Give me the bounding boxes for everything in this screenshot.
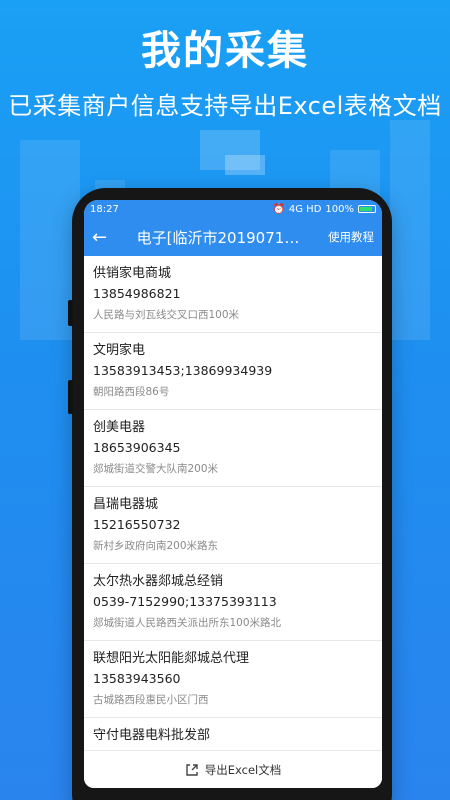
- merchant-address: 新村乡政府向南200米路东: [93, 540, 219, 552]
- merchant-name: 创美电器: [93, 420, 146, 435]
- merchant-phone: 13583943560: [93, 671, 181, 686]
- list-item[interactable]: 供销家电商城 13854986821 人民路与刘瓦线交叉口西100米: [84, 256, 382, 333]
- list-item[interactable]: 联想阳光太阳能郯城总代理 13583943560 古城路西段惠民小区门西: [84, 641, 382, 718]
- merchant-phone: 0539-7152990;13375393113: [93, 594, 277, 609]
- signal-indicators: 4G HD: [288, 203, 322, 215]
- hero-title: 我的采集: [141, 28, 309, 74]
- merchant-address: 郯城街道交警大队南200米: [93, 463, 219, 475]
- app-bar: ← 电子[临沂市2019071… 使用教程: [84, 218, 382, 256]
- merchant-name: 昌瑞电器城: [93, 497, 159, 512]
- record-list: 供销家电商城 13854986821 人民路与刘瓦线交叉口西100米 文明家电 1358…: [84, 256, 382, 750]
- battery-percent: 100%: [325, 203, 354, 215]
- share-export-icon: [186, 763, 198, 776]
- phone-side-button: [68, 380, 73, 414]
- export-label: 导出Excel文档: [204, 762, 282, 777]
- merchant-name: 守付电器电料批发部: [93, 728, 211, 743]
- merchant-phone: 15216550732: [93, 517, 181, 532]
- merchant-phone: 18653906345: [93, 440, 181, 455]
- merchant-name: 联想阳光太阳能郯城总代理: [93, 651, 250, 666]
- merchant-phone: 13583913453;13869934939: [93, 363, 273, 378]
- phone-side-button: [68, 300, 73, 326]
- merchant-address: 郯城街道人民路西关派出所东100米路北: [93, 617, 282, 629]
- hero-subtitle: 已采集商户信息支持导出Excel表格文档: [8, 92, 442, 120]
- merchant-name: 供销家电商城: [93, 266, 172, 281]
- merchant-name: 太尔热水器郯城总经销: [93, 574, 224, 589]
- list-item[interactable]: 创美电器 18653906345 郯城街道交警大队南200米: [84, 410, 382, 487]
- merchant-name: 文明家电: [93, 343, 146, 358]
- merchant-address: 朝阳路西段86号: [93, 386, 170, 398]
- status-time: 18:27: [90, 203, 119, 215]
- help-tutorial-button[interactable]: 使用教程: [328, 229, 374, 245]
- merchant-phone: 13854986821: [93, 286, 181, 301]
- list-item[interactable]: 太尔热水器郯城总经销 0539-7152990;13375393113 郯城街道人民…: [84, 564, 382, 641]
- status-bar: 18:27 ⏰ 4G HD 100%: [84, 200, 382, 218]
- arrow-left-icon[interactable]: ←: [92, 227, 114, 248]
- list-item[interactable]: 守付电器电料批发部13793925666: [84, 718, 382, 750]
- list-item[interactable]: 文明家电 13583913453;13869934939 朝阳路西段86号: [84, 333, 382, 410]
- list-item[interactable]: 昌瑞电器城 15216550732 新村乡政府向南200米路东: [84, 487, 382, 564]
- phone-screen: 18:27 ⏰ 4G HD 100% ← 电子[临沂市2019071… 使用教程…: [84, 200, 382, 788]
- merchant-address: 人民路与刘瓦线交叉口西100米: [93, 309, 240, 321]
- alarm-icon: ⏰: [272, 203, 285, 215]
- export-excel-button[interactable]: 导出Excel文档: [84, 750, 382, 788]
- merchant-address: 古城路西段惠民小区门西: [93, 694, 209, 706]
- page-title: 电子[临沂市2019071…: [136, 228, 300, 247]
- battery-icon: [358, 205, 376, 213]
